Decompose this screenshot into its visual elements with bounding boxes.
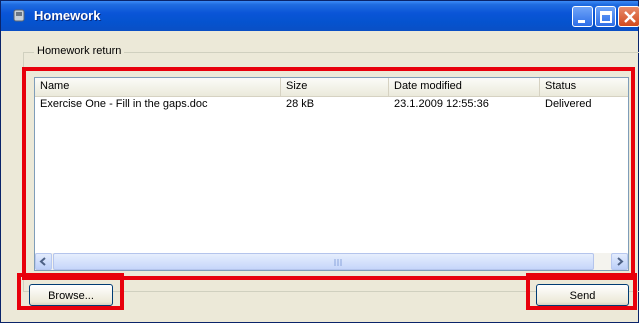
maximize-icon bbox=[600, 11, 612, 23]
maximize-button[interactable] bbox=[595, 6, 616, 27]
title-bar[interactable]: Homework bbox=[1, 1, 639, 31]
group-label: Homework return bbox=[34, 45, 125, 57]
window-title: Homework bbox=[34, 8, 101, 23]
close-icon bbox=[624, 11, 636, 23]
minimize-button[interactable] bbox=[572, 6, 593, 27]
browse-highlight-box bbox=[17, 273, 124, 310]
list-highlight-box bbox=[22, 67, 635, 280]
send-highlight-box bbox=[526, 273, 637, 310]
app-icon bbox=[13, 9, 25, 22]
minimize-icon bbox=[578, 20, 585, 23]
close-button[interactable] bbox=[618, 6, 639, 27]
